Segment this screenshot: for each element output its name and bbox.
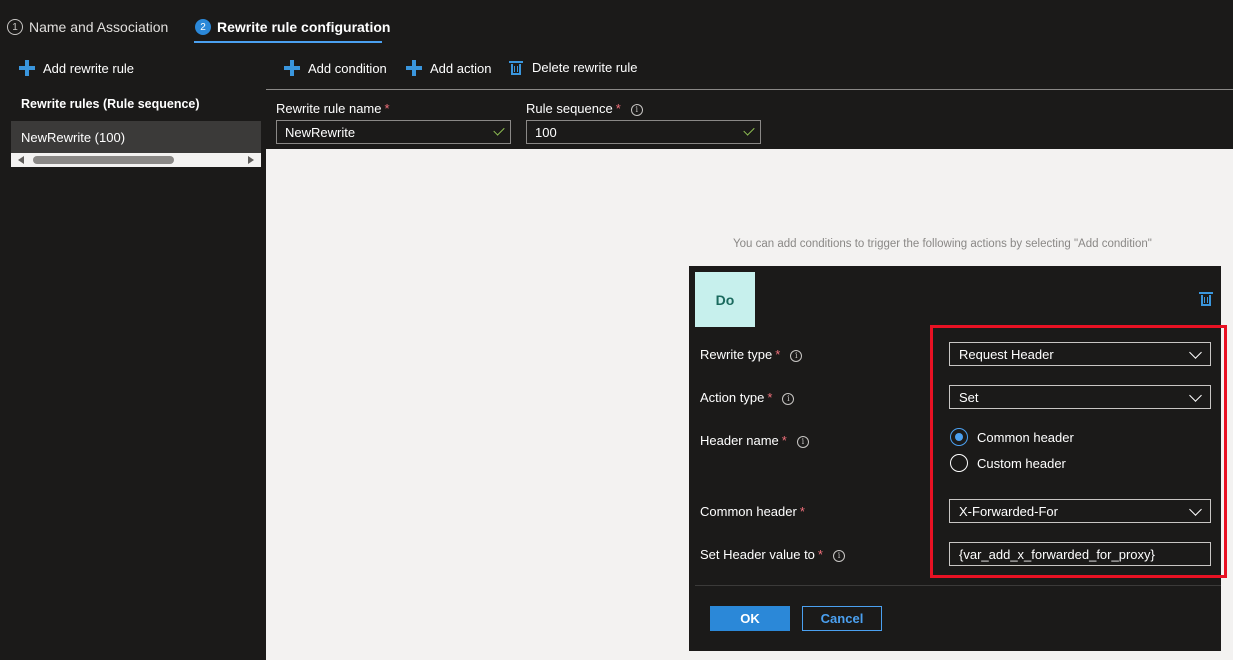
set-header-value-label-text: Set Header value to (700, 547, 815, 562)
do-tile: Do (695, 272, 755, 327)
plus-icon (406, 60, 422, 76)
rule-sequence-label-text: Rule sequence (526, 101, 613, 116)
info-icon[interactable]: i (832, 549, 845, 562)
step-label: Name and Association (29, 19, 169, 35)
step-number-2: 2 (195, 19, 211, 35)
step-rewrite-rule-configuration[interactable]: 2 Rewrite rule configuration (195, 17, 390, 37)
rules-sidebar: Add rewrite rule Rewrite rules (Rule seq… (0, 46, 266, 660)
header-name-label-text: Header name (700, 433, 779, 448)
rule-sequence-label: Rule sequence * i (526, 101, 643, 116)
scrollbar-thumb[interactable] (33, 156, 174, 164)
scroll-right-icon[interactable] (248, 156, 254, 164)
rule-sequence-value: 100 (535, 124, 557, 140)
add-rewrite-rule-label: Add rewrite rule (43, 60, 135, 76)
delete-rewrite-rule-label: Delete rewrite rule (532, 60, 638, 75)
scroll-left-icon[interactable] (18, 156, 24, 164)
highlight-box (930, 325, 1227, 578)
required-marker: * (384, 101, 390, 116)
add-action-button[interactable]: Add action (406, 60, 491, 76)
required-marker: * (775, 347, 781, 362)
rule-name-label: Rewrite rule name * (276, 101, 390, 116)
action-type-label-text: Action type (700, 390, 765, 405)
check-icon (493, 124, 505, 136)
plus-icon (19, 60, 35, 76)
rules-heading: Rewrite rules (Rule sequence) (21, 97, 200, 111)
rule-name-input[interactable]: NewRewrite (276, 120, 511, 144)
add-condition-hint: You can add conditions to trigger the fo… (733, 238, 1152, 250)
step-name-and-association[interactable]: 1 Name and Association (7, 17, 168, 37)
set-header-value-label: Set Header value to * i (700, 547, 845, 562)
action-type-label: Action type * i (700, 390, 795, 405)
info-icon[interactable]: i (790, 349, 803, 362)
trash-icon (509, 60, 523, 75)
ok-button[interactable]: OK (710, 606, 790, 631)
rule-name-label-text: Rewrite rule name (276, 101, 382, 116)
common-header-label-text: Common header (700, 504, 797, 519)
plus-icon (284, 60, 300, 76)
horizontal-scrollbar[interactable] (11, 153, 261, 167)
required-marker: * (817, 547, 823, 562)
required-marker: * (799, 504, 805, 519)
step-number-1: 1 (7, 19, 23, 35)
rewrite-type-label-text: Rewrite type (700, 347, 773, 362)
common-header-label: Common header * (700, 504, 805, 519)
required-marker: * (767, 390, 773, 405)
info-icon[interactable]: i (630, 103, 643, 116)
info-icon[interactable]: i (782, 392, 795, 405)
card-divider (695, 585, 1221, 586)
rule-toolbar: Add condition Add action Delete rewrite … (266, 46, 1233, 90)
rewrite-type-label: Rewrite type * i (700, 347, 803, 362)
cancel-button[interactable]: Cancel (802, 606, 882, 631)
add-condition-button[interactable]: Add condition (284, 60, 387, 76)
wizard-steps: 1 Name and Association 2 Rewrite rule co… (0, 0, 1233, 46)
info-icon[interactable]: i (796, 435, 809, 448)
add-condition-label: Add condition (308, 60, 387, 76)
add-rewrite-rule-button[interactable]: Add rewrite rule (19, 60, 134, 76)
step-label: Rewrite rule configuration (217, 19, 391, 35)
trash-icon[interactable] (1199, 292, 1213, 306)
check-icon (743, 124, 755, 136)
required-marker: * (615, 101, 621, 116)
rule-sequence-input[interactable]: 100 (526, 120, 761, 144)
rule-list-item[interactable]: NewRewrite (100) (11, 121, 261, 153)
required-marker: * (781, 433, 787, 448)
header-name-label: Header name * i (700, 433, 809, 448)
add-action-label: Add action (430, 60, 492, 76)
active-step-underline (194, 41, 382, 43)
delete-rewrite-rule-button[interactable]: Delete rewrite rule (509, 60, 638, 75)
rule-name-value: NewRewrite (285, 124, 356, 140)
